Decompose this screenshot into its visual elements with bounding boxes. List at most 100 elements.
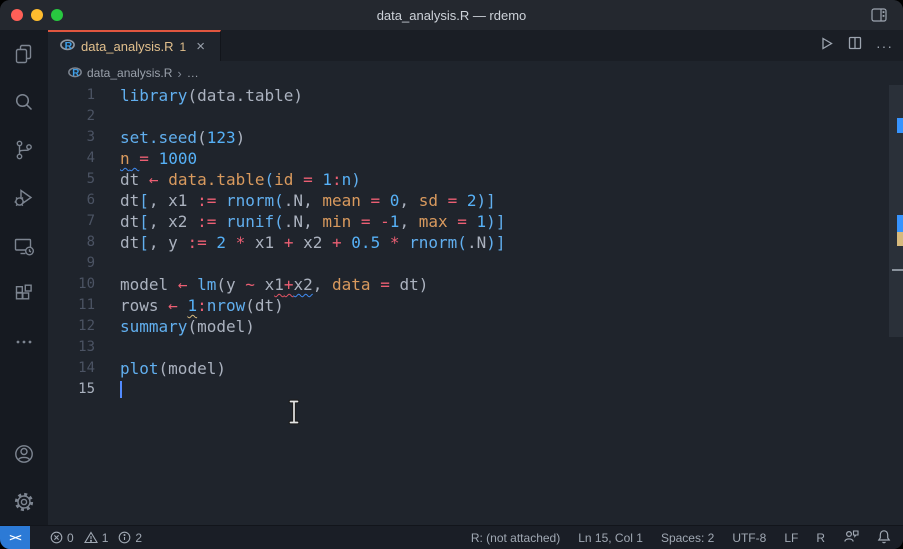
tab-label: data_analysis.R <box>81 39 174 54</box>
line-number[interactable]: 12 <box>48 316 120 337</box>
overview-ruler-mark <box>897 215 903 232</box>
info-icon <box>118 531 131 544</box>
code-text <box>120 379 122 400</box>
editor-more-actions-icon[interactable]: ··· <box>876 38 893 54</box>
tab-bar: R data_analysis.R 1 × ··· <box>48 30 903 61</box>
status-bar: >< 0 1 2 R: (not attached) Ln 15, Col 1 Sp… <box>0 525 903 549</box>
titlebar: data_analysis.R — rdemo <box>0 0 903 30</box>
remote-explorer-icon[interactable] <box>0 222 48 270</box>
code-line[interactable]: 3set.seed(123) <box>48 127 903 148</box>
activity-bar <box>0 30 48 526</box>
status-item[interactable]: Spaces: 2 <box>661 531 714 545</box>
run-debug-icon[interactable] <box>0 174 48 222</box>
code-line[interactable]: 4n = 1000 <box>48 148 903 169</box>
window-title: data_analysis.R — rdemo <box>0 8 903 23</box>
tab-close-icon[interactable]: × <box>196 39 205 54</box>
search-icon[interactable] <box>0 78 48 126</box>
code-line[interactable]: 6dt[, x1 := rnorm(.N, mean = 0, sd = 2)] <box>48 190 903 211</box>
line-number[interactable]: 8 <box>48 232 120 253</box>
r-lang-icon: R <box>60 37 75 57</box>
editor[interactable]: R data_analysis.R › … 1library(data.tabl… <box>48 61 903 526</box>
code-text: set.seed(123) <box>120 127 245 148</box>
line-number[interactable]: 4 <box>48 148 120 169</box>
problems-status[interactable]: 0 1 2 <box>44 531 142 545</box>
code-text: dt[, y := 2 * x1 + x2 + 0.5 * rnorm(.N)] <box>120 232 505 253</box>
code-line[interactable]: 15 <box>48 379 903 400</box>
line-number[interactable]: 13 <box>48 337 120 358</box>
line-number[interactable]: 7 <box>48 211 120 232</box>
line-number[interactable]: 15 <box>48 379 120 400</box>
line-number[interactable]: 14 <box>48 358 120 379</box>
line-number[interactable]: 3 <box>48 127 120 148</box>
remote-indicator[interactable]: >< <box>0 526 30 549</box>
breadcrumb-symbol[interactable]: … <box>187 66 199 80</box>
error-icon <box>50 531 63 544</box>
overview-ruler-mark <box>897 232 903 246</box>
more-views-icon[interactable] <box>0 318 48 366</box>
close-window-button[interactable] <box>11 9 23 21</box>
warning-count: 1 <box>102 531 109 545</box>
svg-text:R: R <box>72 68 79 79</box>
code-text: rows ← 1:nrow(dt) <box>120 295 284 316</box>
extensions-icon[interactable] <box>0 270 48 318</box>
code-line[interactable]: 13 <box>48 337 903 358</box>
code-line[interactable]: 14plot(model) <box>48 358 903 379</box>
mouse-cursor-ibeam <box>286 398 302 431</box>
status-item[interactable]: LF <box>784 531 798 545</box>
notifications-bell-icon[interactable] <box>877 529 891 547</box>
code-line[interactable]: 11rows ← 1:nrow(dt) <box>48 295 903 316</box>
code-line[interactable]: 7dt[, x2 := runif(.N, min = -1, max = 1)… <box>48 211 903 232</box>
code-line[interactable]: 2 <box>48 106 903 127</box>
traffic-lights <box>11 9 63 21</box>
overview-ruler-mark <box>897 118 903 133</box>
tab-data-analysis[interactable]: R data_analysis.R 1 × <box>48 30 221 61</box>
breadcrumb: R data_analysis.R › … <box>48 61 903 85</box>
code-text: dt ← data.table(id = 1:n) <box>120 169 361 190</box>
vscode-window: data_analysis.R — rdemo <box>0 0 903 549</box>
account-icon[interactable] <box>0 430 48 478</box>
breadcrumb-file[interactable]: data_analysis.R <box>87 66 172 80</box>
line-number[interactable]: 11 <box>48 295 120 316</box>
source-control-icon[interactable] <box>0 126 48 174</box>
zoom-window-button[interactable] <box>51 9 63 21</box>
status-item[interactable]: UTF-8 <box>732 531 766 545</box>
explorer-icon[interactable] <box>0 30 48 78</box>
line-number[interactable]: 2 <box>48 106 120 127</box>
code-line[interactable]: 1library(data.table) <box>48 85 903 106</box>
settings-gear-icon[interactable] <box>0 478 48 526</box>
minimize-window-button[interactable] <box>31 9 43 21</box>
line-number[interactable]: 10 <box>48 274 120 295</box>
line-number[interactable]: 5 <box>48 169 120 190</box>
code-line[interactable]: 12summary(model) <box>48 316 903 337</box>
status-item[interactable]: R: (not attached) <box>471 531 560 545</box>
info-count: 2 <box>135 531 142 545</box>
line-number[interactable]: 9 <box>48 253 120 274</box>
line-number[interactable]: 6 <box>48 190 120 211</box>
error-count: 0 <box>67 531 74 545</box>
line-number[interactable]: 1 <box>48 85 120 106</box>
warning-icon <box>84 531 98 544</box>
customize-layout-icon[interactable] <box>871 8 887 27</box>
code-line[interactable]: 10model ← lm(y ~ x1+x2, data = dt) <box>48 274 903 295</box>
code-text: model ← lm(y ~ x1+x2, data = dt) <box>120 274 428 295</box>
code-text: dt[, x1 := rnorm(.N, mean = 0, sd = 2)] <box>120 190 496 211</box>
feedback-icon[interactable] <box>843 529 859 546</box>
code-line[interactable]: 9 <box>48 253 903 274</box>
code-text: plot(model) <box>120 358 226 379</box>
code-area[interactable]: 1library(data.table)23set.seed(123)4n = … <box>48 85 903 400</box>
run-file-icon[interactable] <box>819 36 834 56</box>
code-line[interactable]: 5dt ← data.table(id = 1:n) <box>48 169 903 190</box>
code-text: summary(model) <box>120 316 255 337</box>
status-item[interactable]: R <box>816 531 825 545</box>
tab-problems-badge: 1 <box>180 40 187 54</box>
chevron-right-icon: › <box>177 66 181 81</box>
split-editor-icon[interactable] <box>848 36 862 55</box>
status-item[interactable]: Ln 15, Col 1 <box>578 531 643 545</box>
code-text: dt[, x2 := runif(.N, min = -1, max = 1)] <box>120 211 505 232</box>
r-lang-icon: R <box>68 65 82 82</box>
text-cursor <box>120 381 122 398</box>
overview-ruler-mark <box>892 269 903 271</box>
code-text: n = 1000 <box>120 148 197 169</box>
code-text: library(data.table) <box>120 85 303 106</box>
code-line[interactable]: 8dt[, y := 2 * x1 + x2 + 0.5 * rnorm(.N)… <box>48 232 903 253</box>
